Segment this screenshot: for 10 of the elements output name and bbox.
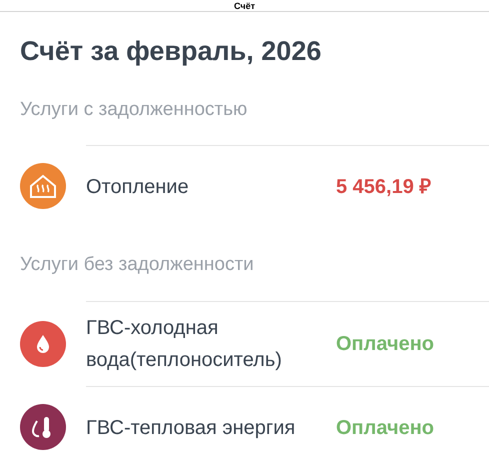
paid-status: Оплачено	[336, 332, 434, 357]
service-name: ГВС-тепловая энергия	[86, 416, 296, 440]
debt-amount: 5 456,19 ₽	[336, 174, 432, 200]
paid-status: Оплачено	[336, 416, 434, 440]
service-name: ГВС-холодная вода(теплоноситель)	[86, 316, 283, 373]
page-title: Счёт за февраль, 2026	[20, 35, 322, 68]
nav-title: Счёт	[234, 1, 256, 11]
service-name: Отопление	[86, 174, 190, 200]
section-title: Услуги без задолженности	[20, 253, 255, 277]
section-title: Услуги с задолженностью	[20, 98, 248, 122]
